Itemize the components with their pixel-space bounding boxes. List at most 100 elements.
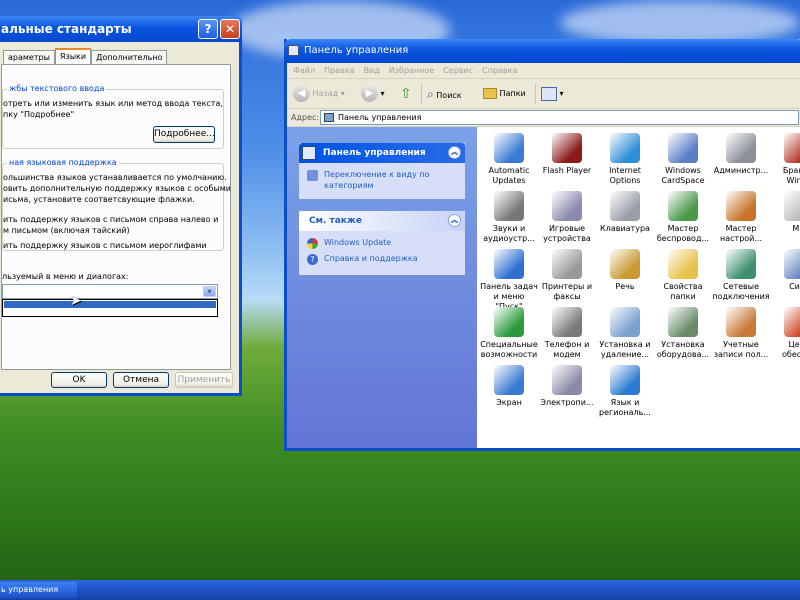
item-label: Установка и удаление... (599, 340, 651, 359)
control-panel-item[interactable]: Телефон и модем (538, 307, 596, 360)
control-panel-item[interactable]: Мастер беспровод... (654, 191, 712, 244)
network-wizard-icon (726, 191, 756, 221)
pane-title: См. также (309, 216, 362, 226)
mouse-cursor-icon: ➤ (70, 293, 82, 309)
address-input[interactable]: Панель управления (320, 110, 799, 125)
control-panel-item[interactable]: Windows CardSpace (654, 133, 712, 186)
menu-help[interactable]: Справка (482, 63, 517, 78)
collapse-chevron-icon[interactable]: ︽ (448, 146, 461, 159)
control-panel-window: Панель управления Файл Правка Вид Избран… (284, 39, 800, 451)
item-label: Звуки и аудиоустр... (483, 224, 535, 243)
window-title-bar[interactable]: Панель управления (284, 39, 800, 63)
control-panel-item[interactable]: Flash Player (538, 133, 596, 176)
dropdown-list[interactable] (2, 299, 218, 317)
cancel-button[interactable]: Отмена (113, 372, 169, 388)
control-panel-item[interactable]: Цент обеспеч (770, 307, 800, 360)
chevron-down-icon[interactable]: ▾ (203, 286, 216, 297)
menu-tools[interactable]: Сервис (443, 63, 473, 78)
control-panel-item[interactable]: Свойства папки (654, 249, 712, 302)
item-label: Телефон и модем (544, 340, 590, 359)
menu-view[interactable]: Вид (364, 63, 380, 78)
link-label: Windows Update (324, 238, 392, 247)
group-title: ная языковая поддержка (7, 158, 119, 167)
control-panel-items: Automatic Updates Flash Player Internet Op… (477, 127, 800, 448)
close-button[interactable]: ✕ (220, 19, 240, 39)
back-button[interactable]: ◀ Назад ▾ (293, 84, 345, 104)
control-panel-icon (288, 45, 299, 56)
search-button[interactable]: ⌕ Поиск (427, 84, 462, 104)
text-services-description: отреть или изменить язык или метод ввода… (3, 99, 223, 108)
control-panel-item[interactable]: Игровые устройства (538, 191, 596, 244)
control-panel-item[interactable]: Язык и региональ... (596, 365, 654, 418)
tab-options[interactable]: араметры (3, 50, 55, 65)
control-panel-item[interactable]: Экран (480, 365, 538, 408)
control-panel-item[interactable]: Установка и удаление... (596, 307, 654, 360)
menu-file[interactable]: Файл (293, 63, 315, 78)
ok-button[interactable]: OK (51, 372, 107, 388)
collapse-chevron-icon[interactable]: ︽ (448, 214, 461, 227)
control-panel-item[interactable]: Панель задач и меню "Пуск" (480, 249, 538, 312)
apply-button[interactable]: Применить (175, 372, 233, 388)
pane-body: Переключение к виду по категориям (299, 163, 465, 202)
dropdown-selected-option[interactable] (4, 301, 216, 308)
up-folder-icon[interactable]: ⇧ (400, 84, 412, 104)
control-panel-item[interactable]: Принтеры и факсы (538, 249, 596, 302)
pane-header[interactable]: См. также ︽ (299, 211, 465, 231)
help-button[interactable]: ? (198, 19, 218, 39)
search-icon: ⌕ (427, 87, 434, 101)
control-panel-item[interactable]: Клавиатура (596, 191, 654, 234)
forward-arrow-icon: ▶ (361, 85, 378, 102)
dialog-title-bar[interactable]: альные стандарты ? ✕ (0, 16, 242, 42)
pane-body: Windows Update ? Справка и поддержка (299, 231, 465, 275)
views-icon (541, 86, 557, 101)
admin-tools-icon (726, 133, 756, 163)
east-asian-checkbox-label[interactable]: ить поддержку языков с письмом иероглифа… (3, 240, 207, 251)
control-panel-icon (324, 113, 334, 122)
folders-button[interactable]: Папки (483, 84, 526, 104)
control-panel-item[interactable]: Сетевые подключения (712, 249, 770, 302)
control-panel-pane: Панель управления ︽ Переключение к виду … (299, 143, 465, 199)
control-panel-item[interactable]: Internet Options (596, 133, 654, 186)
control-panel-item[interactable]: Сист (770, 249, 800, 292)
control-panel-item[interactable]: Специальные возможности (480, 307, 538, 360)
item-label: Мы (792, 224, 800, 233)
control-panel-icon (302, 146, 316, 160)
control-panel-item[interactable]: Администр... (712, 133, 770, 176)
languages-tab-panel: жбы текстового ввода отреть или изменить… (1, 64, 231, 370)
supplemental-text: исьма, установите соответсвующие флажки. (3, 195, 195, 204)
windows-update-link[interactable]: Windows Update (307, 237, 457, 249)
group-title: жбы текстового ввода (7, 84, 107, 93)
pane-header[interactable]: Панель управления ︽ (299, 143, 465, 163)
item-label: Администр... (713, 166, 769, 175)
item-label: Экран (496, 398, 522, 407)
item-label: Учетные записи пол... (713, 340, 769, 359)
taskbar-window-button[interactable]: ь управления (0, 582, 77, 598)
mouse-icon (784, 191, 800, 221)
tab-advanced[interactable]: Дополнительно (91, 50, 168, 65)
menus-language-label: льзуемый в меню и диалогах: (2, 272, 129, 281)
complex-script-checkbox-label[interactable]: м письмом (включая тайский) (3, 225, 130, 236)
add-hardware-icon (668, 307, 698, 337)
control-panel-item[interactable]: Automatic Updates (480, 133, 538, 186)
network-connections-icon (726, 249, 756, 279)
power-options-icon (552, 365, 582, 395)
control-panel-item[interactable]: Электропи... (538, 365, 596, 408)
forward-button[interactable]: ▶ ▾ (361, 84, 385, 104)
control-panel-item[interactable]: Учетные записи пол... (712, 307, 770, 360)
switch-category-view-link[interactable]: Переключение к виду по категориям (307, 169, 457, 191)
control-panel-item[interactable]: Мастер настрой... (712, 191, 770, 244)
complex-script-checkbox-label[interactable]: ить поддержку языков с письмом справа на… (3, 214, 218, 225)
tab-languages[interactable]: Языки (54, 48, 92, 65)
control-panel-item[interactable]: Речь (596, 249, 654, 292)
details-button[interactable]: Подробнее... (153, 126, 215, 143)
control-panel-item[interactable]: Брандм Windo (770, 133, 800, 186)
help-support-link[interactable]: ? Справка и поддержка (307, 253, 457, 265)
control-panel-item[interactable]: Мы (770, 191, 800, 234)
control-panel-item[interactable]: Установка оборудова... (654, 307, 712, 360)
automatic-updates-icon (494, 133, 524, 163)
views-button[interactable]: ▾ (541, 84, 564, 104)
menus-language-dropdown[interactable]: ▾ (2, 284, 218, 299)
menu-favorites[interactable]: Избранное (389, 63, 434, 78)
control-panel-item[interactable]: Звуки и аудиоустр... (480, 191, 538, 244)
menu-edit[interactable]: Правка (324, 63, 354, 78)
